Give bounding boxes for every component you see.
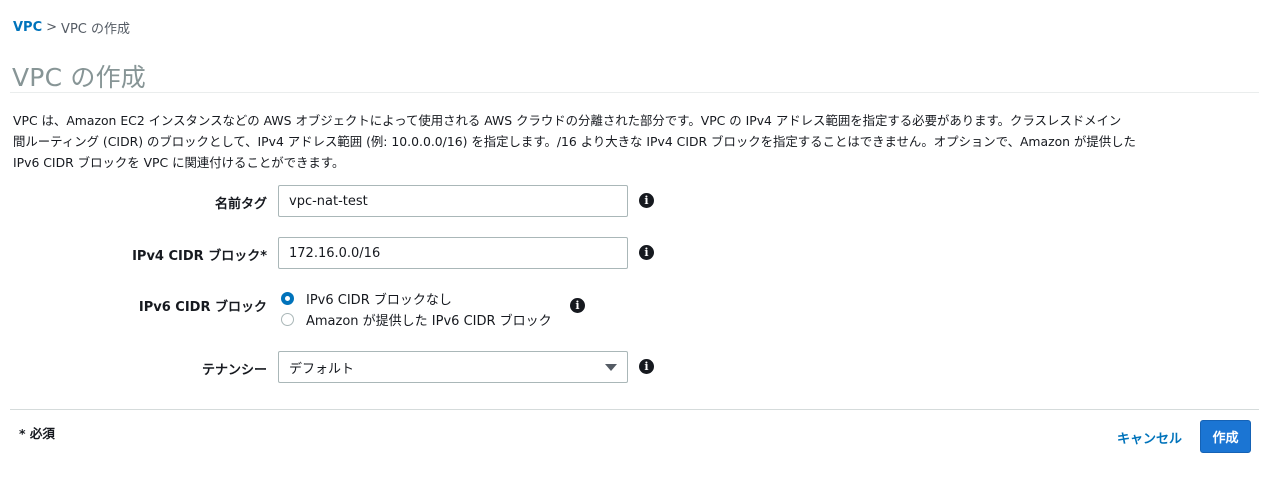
- tenancy-label: テナンシー: [201, 363, 267, 378]
- breadcrumb-separator: >: [46, 20, 58, 35]
- required-note: * 必須: [19, 426, 55, 441]
- radio-label: Amazon が提供した IPv6 CIDR ブロック: [306, 314, 552, 329]
- create-button[interactable]: 作成: [1200, 420, 1251, 453]
- radio-option-amazon-ipv6[interactable]: Amazon が提供した IPv6 CIDR ブロック: [281, 309, 552, 330]
- breadcrumb: VPC > VPC の作成: [13, 18, 130, 37]
- description-line: VPC は、Amazon EC2 インスタンスなどの AWS オブジェクトによっ…: [13, 113, 1122, 128]
- breadcrumb-current: VPC の作成: [61, 22, 130, 37]
- ipv4-cidr-input[interactable]: [278, 237, 628, 269]
- name-tag-input[interactable]: [278, 185, 628, 217]
- ipv6-cidr-radio-group: IPv6 CIDR ブロックなし Amazon が提供した IPv6 CIDR …: [281, 288, 552, 330]
- footer-divider: [10, 409, 1259, 410]
- tenancy-select[interactable]: デフォルト: [278, 351, 628, 383]
- radio-option-no-ipv6[interactable]: IPv6 CIDR ブロックなし: [281, 288, 552, 309]
- info-icon[interactable]: i: [639, 359, 654, 374]
- breadcrumb-vpc-link[interactable]: VPC: [13, 20, 42, 35]
- page-title: VPC の作成: [12, 63, 146, 92]
- title-divider: [10, 92, 1259, 93]
- info-icon[interactable]: i: [639, 245, 654, 260]
- tenancy-selected-value: デフォルト: [289, 361, 355, 377]
- radio-button-checked[interactable]: [281, 292, 294, 305]
- ipv4-cidr-label: IPv4 CIDR ブロック*: [132, 249, 267, 264]
- info-icon[interactable]: i: [570, 298, 585, 313]
- radio-label: IPv6 CIDR ブロックなし: [306, 293, 452, 308]
- ipv6-cidr-label: IPv6 CIDR ブロック: [138, 300, 267, 315]
- description-line: IPv6 CIDR ブロックを VPC に関連付けることができます。: [13, 155, 345, 170]
- info-icon[interactable]: i: [639, 193, 654, 208]
- radio-button-unchecked[interactable]: [281, 313, 294, 326]
- description-line: 間ルーティング (CIDR) のブロックとして、IPv4 アドレス範囲 (例: …: [13, 134, 1136, 149]
- page-description: VPC は、Amazon EC2 インスタンスなどの AWS オブジェクトによっ…: [13, 110, 1253, 173]
- name-tag-label: 名前タグ: [214, 197, 267, 212]
- caret-down-icon: [605, 363, 617, 371]
- cancel-button[interactable]: キャンセル: [1117, 428, 1182, 447]
